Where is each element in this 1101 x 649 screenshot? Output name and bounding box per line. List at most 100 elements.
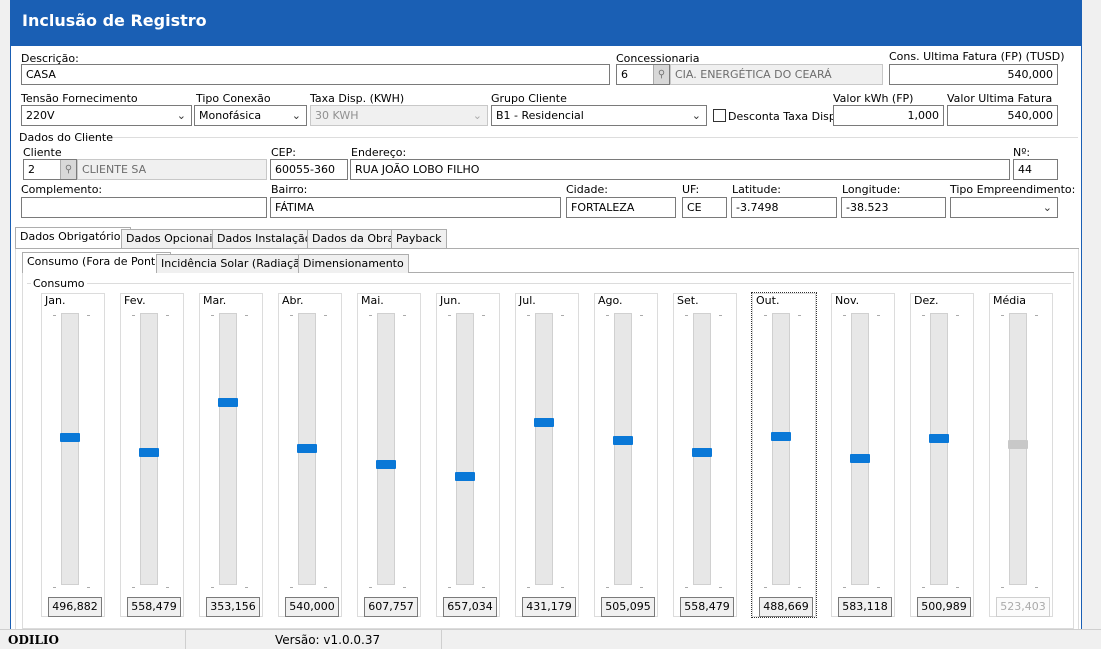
search-icon[interactable]: ⚲ [60, 160, 76, 179]
month-slider[interactable] [455, 313, 475, 585]
month-value-field[interactable]: 558,479 [680, 597, 734, 617]
slider-thumb[interactable] [297, 444, 317, 453]
month-value-field[interactable]: 607,757 [364, 597, 418, 617]
tensao-label: Tensão Fornecimento [21, 92, 138, 105]
cliente-code-input[interactable]: 2 ⚲ [23, 159, 77, 180]
slider-tick [166, 315, 169, 316]
taxa-disp-value: 30 KWH [315, 109, 359, 122]
slider-tick [764, 587, 767, 588]
descricao-input[interactable]: CASA [21, 64, 610, 85]
search-icon[interactable]: ⚲ [653, 65, 669, 84]
tipo-conexao-select[interactable]: Monofásica ⌄ [194, 105, 307, 126]
month-label: Out. [756, 294, 780, 307]
month-value-field[interactable]: 353,156 [206, 597, 260, 617]
slider-thumb[interactable] [376, 460, 396, 469]
numero-input[interactable]: 44 [1013, 159, 1058, 180]
slider-thumb[interactable] [692, 448, 712, 457]
tipo-empreendimento-label: Tipo Empreendimento: [950, 183, 1076, 196]
uf-label: UF: [682, 183, 700, 196]
endereco-input[interactable]: RUA JOÃO LOBO FILHO [350, 159, 1010, 180]
longitude-input[interactable]: -38.523 [841, 197, 946, 218]
complemento-input[interactable] [21, 197, 267, 218]
slider-tick [132, 315, 135, 316]
month-value-field[interactable]: 496,882 [48, 597, 102, 617]
bairro-input[interactable]: FÁTIMA [270, 197, 561, 218]
month-slider-card: Mai. 607,757 [357, 293, 421, 617]
slider-thumb[interactable] [771, 432, 791, 441]
slider-thumb[interactable] [455, 472, 475, 481]
valor-ultima-label: Valor Ultima Fatura [947, 92, 1053, 105]
cep-input[interactable]: 60055-360 [270, 159, 348, 180]
month-value-field[interactable]: 431,179 [522, 597, 576, 617]
tab-dados-opcionais[interactable]: Dados Opcionais [121, 229, 224, 248]
month-slider[interactable] [613, 313, 633, 585]
slider-thumb[interactable] [850, 454, 870, 463]
month-slider-card: Ago. 505,095 [594, 293, 658, 617]
desconta-taxa-label: Desconta Taxa Disp. [728, 110, 840, 123]
slider-tick [956, 315, 959, 316]
concessionaria-code-input[interactable]: 6 ⚲ [616, 64, 670, 85]
month-slider[interactable] [218, 313, 238, 585]
consumo-group-border [27, 283, 1071, 284]
month-label: Ago. [598, 294, 623, 307]
slider-thumb[interactable] [534, 418, 554, 427]
month-value-field[interactable]: 558,479 [127, 597, 181, 617]
tab-payback[interactable]: Payback [391, 229, 447, 248]
tab-dados-obra[interactable]: Dados da Obra [307, 229, 400, 248]
cons-ultima-input[interactable]: 540,000 [889, 64, 1058, 85]
status-version: Versão: v1.0.0.37 [275, 633, 381, 647]
subtab-consumo[interactable]: Consumo (Fora de Ponta) [22, 252, 172, 273]
month-value-field[interactable]: 505,095 [601, 597, 655, 617]
slider-tick [166, 587, 169, 588]
status-user: ODILIO [8, 633, 59, 647]
grupo-cliente-select[interactable]: B1 - Residencial ⌄ [491, 105, 707, 126]
month-value-field[interactable]: 657,034 [443, 597, 497, 617]
month-slider[interactable] [139, 313, 159, 585]
cidade-input[interactable]: FORTALEZA [566, 197, 676, 218]
valor-ultima-input[interactable]: 540,000 [947, 105, 1058, 126]
slider-tick [877, 587, 880, 588]
uf-input[interactable]: CE [682, 197, 727, 218]
month-value-field[interactable]: 540,000 [285, 597, 339, 617]
slider-thumb[interactable] [139, 448, 159, 457]
month-slider[interactable] [692, 313, 712, 585]
chevron-down-icon: ⌄ [1042, 201, 1052, 214]
slider-tick [369, 315, 372, 316]
month-slider[interactable] [376, 313, 396, 585]
month-value-field[interactable]: 583,118 [838, 597, 892, 617]
slider-tick [211, 587, 214, 588]
month-label: Fev. [124, 294, 146, 307]
tab-dados-instalacao[interactable]: Dados Instalação [212, 229, 317, 248]
latitude-input[interactable]: -3.7498 [731, 197, 837, 218]
desconta-taxa-checkbox[interactable] [713, 109, 726, 122]
consumo-group-label: Consumo [31, 277, 87, 290]
slider-thumb[interactable] [929, 434, 949, 443]
chevron-down-icon: ⌄ [291, 109, 301, 122]
chevron-down-icon: ⌄ [176, 109, 186, 122]
month-value-field[interactable]: 500,989 [917, 597, 971, 617]
month-slider[interactable] [297, 313, 317, 585]
subtab-dimensionamento[interactable]: Dimensionamento [298, 254, 409, 273]
slider-tick [843, 587, 846, 588]
concessionaria-name-field: CIA. ENERGÉTICA DO CEARÁ [670, 64, 883, 85]
slider-thumb[interactable] [60, 433, 80, 442]
subtab-incidencia-solar[interactable]: Incidência Solar (Radiação) [156, 254, 316, 273]
month-value-field: 523,403 [996, 597, 1050, 617]
month-slider[interactable] [929, 313, 949, 585]
month-slider[interactable] [60, 313, 80, 585]
month-slider[interactable] [850, 313, 870, 585]
slider-tick [527, 587, 530, 588]
month-value-field[interactable]: 488,669 [759, 597, 813, 617]
slider-thumb [1008, 440, 1028, 449]
month-slider[interactable] [771, 313, 791, 585]
tensao-select[interactable]: 220V ⌄ [21, 105, 192, 126]
valor-kwh-input[interactable]: 1,000 [833, 105, 944, 126]
slider-thumb[interactable] [218, 398, 238, 407]
slider-thumb[interactable] [613, 436, 633, 445]
valor-kwh-label: Valor kWh (FP) [833, 92, 914, 105]
month-slider[interactable] [534, 313, 554, 585]
tipo-empreendimento-select[interactable]: ⌄ [950, 197, 1058, 218]
tab-dados-obrigatorios[interactable]: Dados Obrigatórios [15, 227, 132, 248]
chevron-down-icon: ⌄ [472, 109, 482, 122]
cliente-name-field: CLIENTE SA [77, 159, 267, 180]
